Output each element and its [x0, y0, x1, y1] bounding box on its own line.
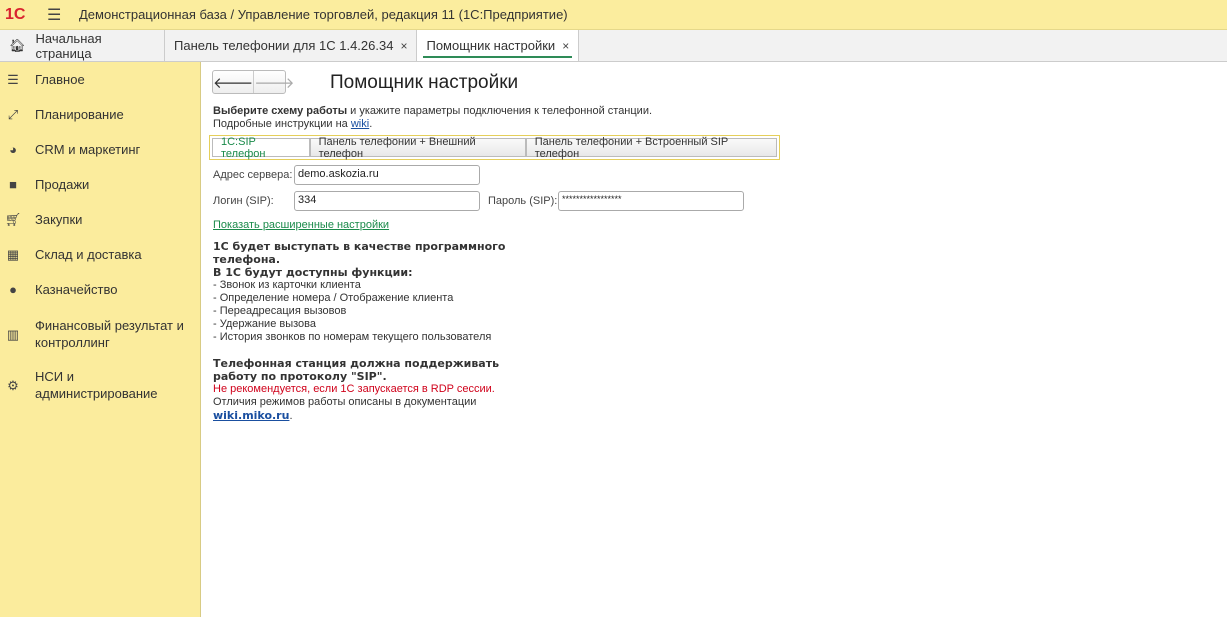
- ruble-icon: ●: [9, 282, 17, 297]
- dot: .: [289, 410, 293, 422]
- sidebar-item-label: Закупки: [35, 212, 83, 227]
- back-button[interactable]: 🡐: [213, 71, 255, 93]
- home-icon: 🏠︎: [9, 37, 26, 53]
- bar-chart-icon: ▥: [6, 326, 20, 342]
- sidebar-item-label: Продажи: [35, 177, 90, 192]
- intro-text: Выберите схему работы и укажите параметр…: [213, 105, 652, 131]
- setup-assistant-form: 🡐 🡒 Помощник настройки Выберите схему ра…: [201, 62, 1227, 617]
- close-icon[interactable]: ×: [562, 39, 569, 53]
- sidebar-item-main[interactable]: ☰ Главное: [0, 71, 200, 88]
- wiki-miko-link[interactable]: wiki.miko.ru: [213, 409, 289, 422]
- sidebar-item-treasury[interactable]: ● Казначейство: [0, 282, 200, 297]
- dot: .: [369, 118, 373, 130]
- page-title: Помощник настройки: [330, 72, 519, 93]
- sidebar-item-warehouse[interactable]: ▦ Склад и доставка: [0, 246, 200, 263]
- sidebar-item-label: Казначейство: [35, 282, 118, 297]
- server-label: Адрес сервера:: [213, 169, 293, 181]
- info-heading: 1С будет выступать в качестве программно…: [213, 240, 506, 266]
- rdp-warning: Не рекомендуется, если 1С запускается в …: [213, 383, 495, 395]
- sidebar-item-label: НСИ и администрирование: [35, 369, 158, 401]
- sidebar-item-label: Финансовый результат и контроллинг: [35, 318, 184, 350]
- mode-selector: 1С:SIP телефон Панель телефонии + Внешни…: [209, 135, 780, 160]
- menu-icon: ☰: [7, 71, 19, 87]
- sidebar-item-label: CRM и маркетинг: [35, 142, 141, 157]
- planning-icon: ⤢: [7, 106, 19, 122]
- tab-home[interactable]: 🏠︎ Начальная страница: [0, 30, 165, 61]
- tab-setup-assistant[interactable]: Помощник настройки ×: [417, 30, 580, 61]
- server-address-input[interactable]: demo.askozia.ru: [294, 165, 480, 185]
- intro-bold: Выберите схему работы: [213, 105, 348, 117]
- functions-heading: В 1С будут доступны функции:: [213, 266, 413, 279]
- tab-bar: 🏠︎ Начальная страница Панель телефонии дл…: [0, 30, 1227, 62]
- menu-icon[interactable]: ☰: [47, 5, 63, 25]
- login-input[interactable]: 334: [294, 191, 480, 211]
- sidebar-item-purchases[interactable]: 🛒︎ Закупки: [0, 211, 200, 228]
- intro-instructions: Подробные инструкции на: [213, 118, 351, 130]
- gear-icon: ⚙: [7, 377, 19, 393]
- navigation-buttons: 🡐 🡒: [212, 70, 294, 94]
- mode-description: 1С будет выступать в качестве программно…: [213, 240, 513, 423]
- forward-button[interactable]: 🡒: [254, 71, 294, 93]
- mode-panel-builtin-sip[interactable]: Панель телефонии + Встроенный SIP телефо…: [525, 136, 778, 160]
- window-title: Демонстрационная база / Управление торго…: [79, 7, 568, 22]
- sidebar: ☰ Главное ⤢ Планирование ◕ CRM и маркетинг …: [0, 62, 201, 617]
- mode-1c-sip-phone[interactable]: 1С:SIP телефон: [212, 136, 310, 160]
- bag-icon: ■: [9, 177, 17, 192]
- 1c-logo: 1С: [5, 5, 26, 23]
- cart-icon: 🛒︎: [4, 211, 22, 227]
- sip-requirement: Телефонная станция должна поддерживать р…: [213, 357, 500, 383]
- feature-item: - Определение номера / Отображение клиен…: [213, 292, 454, 304]
- password-label: Пароль (SIP):: [488, 195, 558, 207]
- sidebar-item-label: Главное: [35, 72, 85, 87]
- wiki-link[interactable]: wiki: [351, 118, 369, 130]
- tab-telephony-panel[interactable]: Панель телефонии для 1С 1.4.26.34 ×: [165, 30, 418, 61]
- show-advanced-settings-link[interactable]: Показать расширенные настройки: [213, 219, 389, 231]
- warehouse-icon: ▦: [6, 246, 20, 262]
- login-label: Логин (SIP):: [213, 195, 274, 207]
- sidebar-item-planning[interactable]: ⤢ Планирование: [0, 106, 200, 123]
- feature-item: - Удержание вызова: [213, 318, 316, 330]
- sidebar-item-sales[interactable]: ■ Продажи: [0, 177, 200, 192]
- password-input[interactable]: *****************: [558, 191, 744, 211]
- mode-panel-external-phone[interactable]: Панель телефонии + Внешний телефон: [309, 136, 526, 160]
- feature-item: - История звонков по номерам текущего по…: [213, 331, 492, 343]
- sidebar-item-admin[interactable]: ⚙ НСИ и администрирование: [0, 368, 200, 402]
- tab-label: Помощник настройки: [426, 38, 556, 53]
- title-bar: 1С ☰ Демонстрационная база / Управление …: [0, 0, 1227, 30]
- close-icon[interactable]: ×: [400, 39, 407, 53]
- sidebar-item-crm[interactable]: ◕ CRM и маркетинг: [0, 142, 200, 157]
- sidebar-item-finance[interactable]: ▥ Финансовый результат и контроллинг: [0, 317, 200, 351]
- tab-label: Панель телефонии для 1С 1.4.26.34: [174, 38, 394, 53]
- feature-item: - Переадресация вызовов: [213, 305, 347, 317]
- sidebar-item-label: Склад и доставка: [35, 247, 142, 262]
- intro-rest: и укажите параметры подключения к телефо…: [347, 105, 653, 117]
- docs-text: Отличия режимов работы описаны в докумен…: [213, 396, 477, 408]
- tab-label: Начальная страница: [35, 30, 102, 61]
- pie-chart-icon: ◕: [9, 142, 17, 157]
- sidebar-item-label: Планирование: [35, 107, 124, 122]
- feature-item: - Звонок из карточки клиента: [213, 279, 361, 291]
